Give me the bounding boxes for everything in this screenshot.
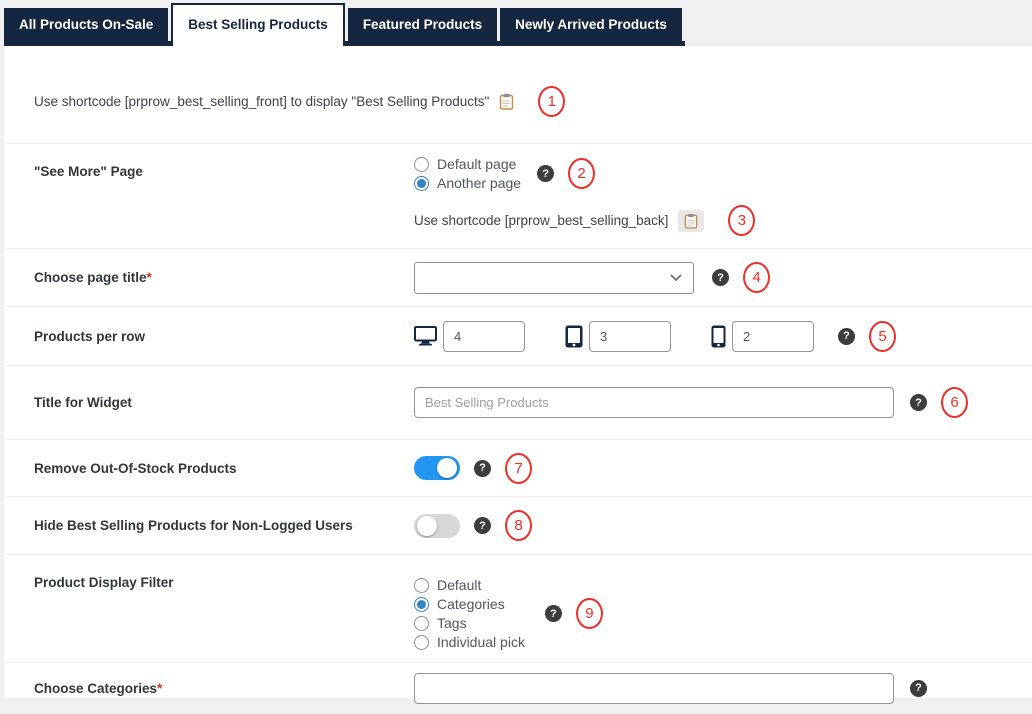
hide-non-logged-label: Hide Best Selling Products for Non-Logge… (34, 518, 353, 533)
radio-icon (414, 634, 429, 650)
remove-out-of-stock-toggle[interactable] (414, 456, 460, 480)
help-icon[interactable]: ? (910, 679, 927, 697)
annotation-circle-2: 2 (568, 158, 596, 189)
tablet-icon (565, 325, 583, 347)
radio-individual-pick[interactable]: Individual pick (414, 634, 525, 650)
radio-checked-icon (414, 596, 429, 612)
tab-best-selling-products[interactable]: Best Selling Products (171, 3, 345, 46)
shortcode-note-row: Use shortcode [prprow_best_selling_front… (4, 46, 1032, 143)
tab-bar: All Products On-Sale Best Selling Produc… (0, 0, 1032, 46)
toggle-knob (417, 515, 437, 536)
radio-categories-label: Categories (437, 596, 505, 612)
annotation-circle-1: 1 (538, 86, 566, 117)
radio-default-page[interactable]: Default page (414, 156, 521, 172)
label-text: Choose page title (34, 270, 147, 285)
tab-all-products-on-sale[interactable]: All Products On-Sale (4, 8, 169, 41)
help-icon[interactable]: ? (544, 605, 562, 622)
toggle-knob (437, 458, 457, 478)
hide-non-logged-toggle[interactable] (414, 513, 460, 538)
annotation-circle-5: 5 (869, 320, 896, 352)
help-icon[interactable]: ? (838, 327, 855, 345)
copy-shortcode-icon[interactable] (499, 93, 514, 110)
product-display-filter-label: Product Display Filter (34, 575, 174, 590)
remove-out-of-stock-row: Remove Out-Of-Stock Products ? 7 (4, 439, 1032, 496)
title-for-widget-label: Title for Widget (34, 395, 132, 410)
hide-non-logged-row: Hide Best Selling Products for Non-Logge… (4, 496, 1032, 554)
copy-back-shortcode-button[interactable] (678, 209, 705, 232)
display-filter-radio-group: Default Categories Tags Individual pick (414, 577, 525, 650)
back-shortcode-text: Use shortcode [prprow_best_selling_back] (414, 213, 669, 228)
radio-another-page-label: Another page (437, 175, 522, 191)
choose-categories-label: Choose Categories* (4, 681, 414, 696)
widget-title-input[interactable] (414, 387, 894, 418)
radio-individual-pick-label: Individual pick (437, 634, 525, 650)
help-icon[interactable]: ? (474, 517, 491, 534)
choose-categories-row: Choose Categories* ? (4, 662, 1032, 714)
choose-categories-input[interactable] (414, 672, 894, 704)
page-title-select[interactable] (414, 261, 694, 294)
chevron-down-icon (670, 274, 682, 282)
tab-featured-products[interactable]: Featured Products (347, 8, 498, 41)
annotation-circle-3: 3 (728, 205, 756, 236)
help-icon[interactable]: ? (537, 165, 555, 182)
required-asterisk: * (157, 680, 163, 696)
radio-default[interactable]: Default (414, 577, 525, 593)
shortcode-note-text: Use shortcode [prprow_best_selling_front… (34, 94, 490, 109)
radio-default-page-label: Default page (437, 156, 517, 172)
required-asterisk: * (146, 270, 152, 285)
help-icon[interactable]: ? (474, 459, 491, 477)
see-more-page-label: "See More" Page (34, 164, 143, 179)
mobile-products-input[interactable] (732, 320, 814, 352)
radio-icon (414, 577, 429, 593)
products-per-row-label: Products per row (34, 328, 146, 344)
settings-panel: Use shortcode [prprow_best_selling_front… (4, 46, 1032, 714)
desktop-icon (414, 326, 437, 346)
label-text: Choose Categories (34, 680, 158, 696)
choose-page-title-row: Choose page title* ? 4 (4, 248, 1032, 306)
radio-another-page[interactable]: Another page (414, 175, 521, 191)
annotation-circle-9: 9 (575, 598, 603, 629)
products-per-row-row: Products per row 4 3 2 ? 5 (4, 306, 1032, 365)
annotation-circle-4: 4 (743, 262, 770, 293)
radio-icon (414, 156, 429, 172)
annotation-circle-6: 6 (941, 387, 968, 418)
radio-icon (414, 615, 429, 631)
radio-checked-icon (414, 175, 429, 191)
annotation-circle-7: 7 (505, 452, 532, 484)
tab-strip: All Products On-Sale Best Selling Produc… (4, 3, 685, 46)
product-display-filter-row: Product Display Filter Default Categorie… (4, 554, 1032, 662)
title-for-widget-row: Title for Widget ? 6 (4, 365, 1032, 439)
tab-newly-arrived-products[interactable]: Newly Arrived Products (500, 8, 682, 41)
radio-categories[interactable]: Categories (414, 596, 525, 612)
see-more-page-row: "See More" Page Default page Another pag… (4, 143, 1032, 248)
see-more-radio-group: Default page Another page (414, 156, 521, 191)
mobile-icon (711, 325, 726, 347)
tablet-products-input[interactable] (589, 320, 671, 352)
radio-default-label: Default (437, 577, 482, 593)
radio-tags[interactable]: Tags (414, 615, 525, 631)
choose-page-title-label: Choose page title* (4, 270, 414, 285)
radio-tags-label: Tags (437, 615, 467, 631)
remove-out-of-stock-label: Remove Out-Of-Stock Products (34, 460, 237, 476)
help-icon[interactable]: ? (712, 269, 729, 286)
annotation-circle-8: 8 (505, 510, 532, 541)
help-icon[interactable]: ? (910, 394, 927, 411)
desktop-products-input[interactable] (443, 320, 525, 352)
